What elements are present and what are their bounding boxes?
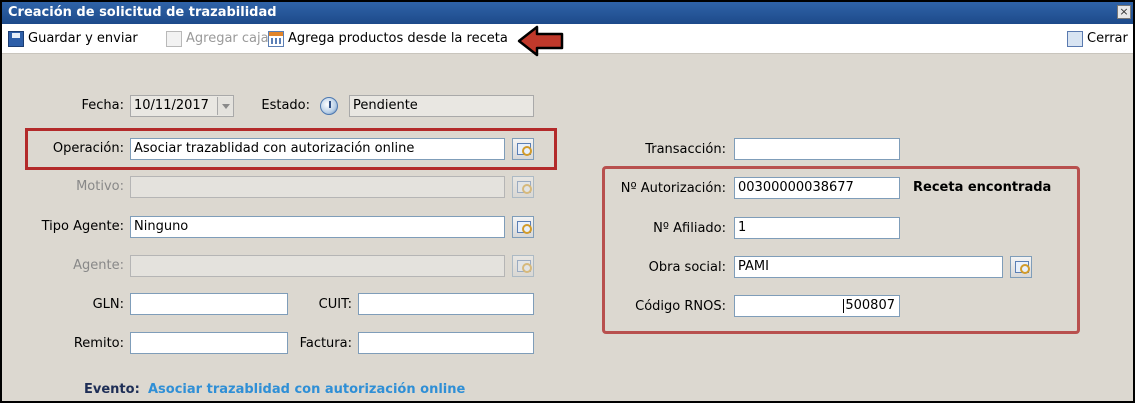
cuit-field[interactable] xyxy=(358,293,534,315)
add-from-recipe-label: Agrega productos desde la receta xyxy=(288,31,508,46)
calendar-icon xyxy=(268,31,284,47)
add-box-label: Agregar caja xyxy=(186,31,269,46)
door-exit-icon xyxy=(1067,31,1083,47)
estado-label: Estado: xyxy=(261,98,310,113)
rnos-label: Código RNOS: xyxy=(635,299,726,314)
save-icon xyxy=(8,31,24,47)
rnos-value: 500807 xyxy=(845,298,895,313)
add-from-recipe-button[interactable]: Agrega productos desde la receta xyxy=(268,29,508,49)
obra-social-label: Obra social: xyxy=(648,260,726,275)
rnos-field[interactable]: 500807 xyxy=(734,295,900,317)
motivo-field xyxy=(130,176,505,198)
afiliado-field[interactable]: 1 xyxy=(734,217,900,239)
afiliado-label: Nº Afiliado: xyxy=(653,221,726,236)
toolbar: Guardar y enviar Agregar caja Agrega pro… xyxy=(2,24,1133,54)
fecha-label: Fecha: xyxy=(81,98,125,113)
fecha-value: 10/11/2017 xyxy=(134,98,209,113)
operacion-lookup-icon[interactable] xyxy=(512,138,534,160)
autorizacion-label: Nº Autorización: xyxy=(620,181,726,196)
factura-field[interactable] xyxy=(358,332,534,354)
receta-status-text: Receta encontrada xyxy=(913,180,1052,195)
transaccion-field[interactable] xyxy=(734,138,900,160)
box-icon xyxy=(166,31,182,47)
tipo-agente-field[interactable]: Ninguno xyxy=(130,216,505,238)
add-box-button[interactable]: Agregar caja xyxy=(166,29,269,49)
transaccion-label: Transacción: xyxy=(645,142,726,157)
title-bar: Creación de solicitud de trazabilidad × xyxy=(2,2,1133,24)
motivo-label: Motivo: xyxy=(76,179,124,194)
evento-link[interactable]: Asociar trazablidad con autorización onl… xyxy=(148,382,465,397)
evento-label: Evento: xyxy=(84,382,140,397)
agente-label: Agente: xyxy=(73,258,124,273)
autorizacion-field[interactable]: 00300000038677 xyxy=(734,177,900,199)
save-send-button[interactable]: Guardar y enviar xyxy=(8,29,138,49)
gln-label: GLN: xyxy=(92,297,124,312)
obra-social-lookup-icon[interactable] xyxy=(1010,256,1032,278)
close-button[interactable]: Cerrar xyxy=(1067,29,1128,49)
tipo-agente-label: Tipo Agente: xyxy=(41,219,124,234)
agente-lookup-icon xyxy=(512,255,534,277)
tipo-agente-lookup-icon[interactable] xyxy=(512,216,534,238)
save-send-label: Guardar y enviar xyxy=(28,31,138,46)
window-close-icon[interactable]: × xyxy=(1117,5,1131,19)
gln-field[interactable] xyxy=(130,293,288,315)
pending-clock-icon xyxy=(320,97,338,115)
chevron-down-icon[interactable] xyxy=(217,97,233,115)
window-title: Creación de solicitud de trazabilidad xyxy=(8,5,277,20)
operacion-label: Operación: xyxy=(52,141,124,156)
cuit-label: CUIT: xyxy=(318,297,352,312)
close-label: Cerrar xyxy=(1087,31,1128,46)
fecha-field[interactable]: 10/11/2017 xyxy=(130,95,234,117)
motivo-lookup-icon xyxy=(512,176,534,198)
dialog-window: Creación de solicitud de trazabilidad × … xyxy=(0,0,1135,403)
agente-field xyxy=(130,255,505,277)
operacion-field[interactable]: Asociar trazablidad con autorización onl… xyxy=(130,138,505,160)
estado-field: Pendiente xyxy=(349,95,534,117)
factura-label: Factura: xyxy=(299,336,352,351)
annotation-arrow-icon xyxy=(517,25,564,57)
remito-field[interactable] xyxy=(130,332,288,354)
remito-label: Remito: xyxy=(73,336,124,351)
obra-social-field[interactable]: PAMI xyxy=(734,256,1003,278)
